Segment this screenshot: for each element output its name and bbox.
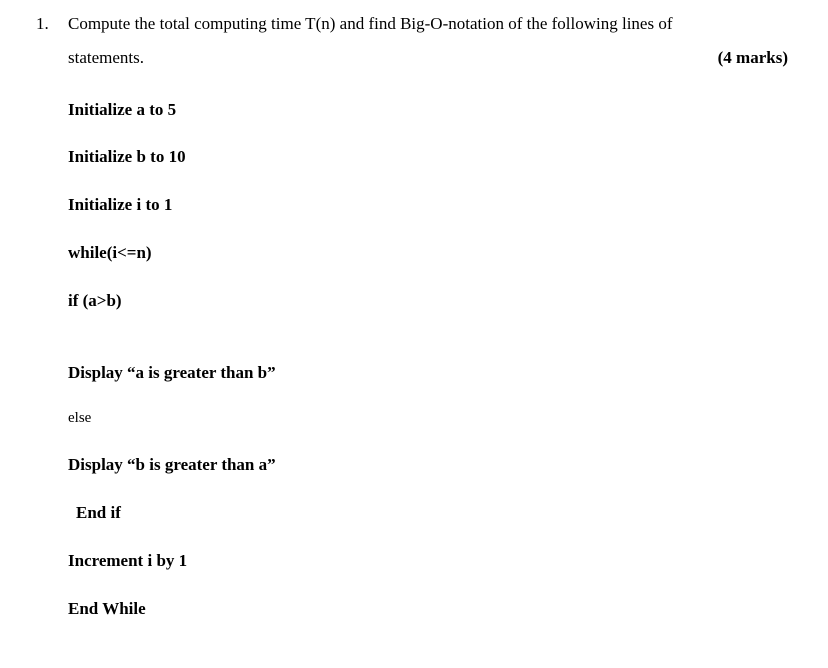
question-prompt-line2-row: statements. (4 marks) (68, 46, 788, 70)
question-prompt-line1: Compute the total computing time T(n) an… (68, 12, 788, 36)
code-line: Display “a is greater than b” (68, 361, 788, 385)
question-text-block: Compute the total computing time T(n) an… (68, 12, 788, 70)
question-header: 1. Compute the total computing time T(n)… (36, 12, 788, 70)
question-number: 1. (36, 12, 68, 36)
code-line: Initialize b to 10 (68, 145, 788, 169)
code-line: End While (68, 597, 788, 621)
code-line: Initialize a to 5 (68, 98, 788, 122)
code-line: Increment i by 1 (68, 549, 788, 573)
code-line: else (68, 408, 788, 429)
code-line: Initialize i to 1 (68, 193, 788, 217)
code-line: while(i<=n) (68, 241, 788, 265)
question-prompt-line2: statements. (68, 46, 144, 70)
code-line: if (a>b) (68, 289, 788, 313)
pseudocode-block: Initialize a to 5 Initialize b to 10 Ini… (68, 98, 788, 621)
code-line: Display “b is greater than a” (68, 453, 788, 477)
question-marks: (4 marks) (718, 46, 788, 70)
code-line: End if (68, 501, 788, 525)
